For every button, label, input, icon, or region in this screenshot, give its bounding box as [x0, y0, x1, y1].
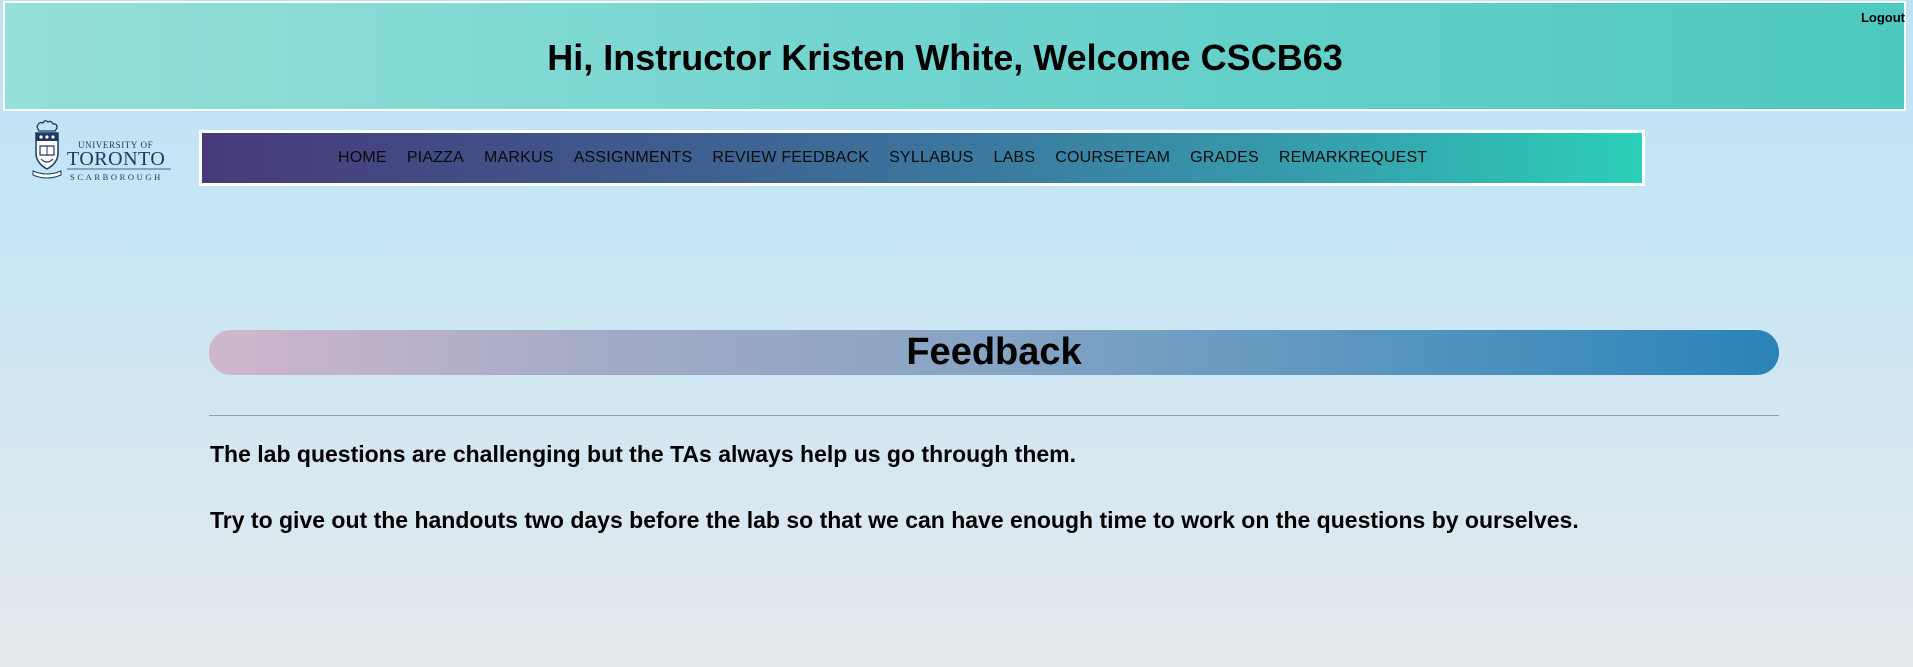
- main-navbar: HOME PIAZZA MARKUS ASSIGNMENTS REVIEW FE…: [199, 130, 1645, 186]
- section-divider: [209, 415, 1779, 416]
- nav-item-courseteam[interactable]: COURSETEAM: [1055, 149, 1170, 167]
- nav-item-remarkrequest[interactable]: REMARKREQUEST: [1279, 149, 1427, 167]
- feedback-comment: The lab questions are challenging but th…: [210, 441, 1077, 467]
- welcome-title: Hi, Instructor Kristen White, Welcome CS…: [547, 37, 1343, 78]
- university-logo[interactable]: UNIVERSITY OF TORONTO SCARBOROUGH: [31, 119, 173, 185]
- page-header: Hi, Instructor Kristen White, Welcome CS…: [3, 1, 1906, 111]
- section-title: Feedback: [906, 331, 1082, 373]
- logo-text-toronto: TORONTO: [67, 148, 165, 170]
- feedback-comment: Try to give out the handouts two days be…: [210, 507, 1579, 533]
- nav-item-home[interactable]: HOME: [338, 149, 387, 167]
- logo-text-scarborough: SCARBOROUGH: [70, 172, 163, 182]
- feedback-banner: Feedback: [209, 330, 1779, 375]
- nav-item-piazza[interactable]: PIAZZA: [407, 149, 464, 167]
- nav-item-markus[interactable]: MARKUS: [484, 149, 554, 167]
- nav-list: HOME PIAZZA MARKUS ASSIGNMENTS REVIEW FE…: [338, 133, 1447, 183]
- nav-item-review-feedback[interactable]: REVIEW FEEDBACK: [712, 149, 869, 167]
- nav-item-syllabus[interactable]: SYLLABUS: [889, 149, 973, 167]
- nav-item-grades[interactable]: GRADES: [1190, 149, 1259, 167]
- logout-link[interactable]: Logout: [1861, 10, 1905, 25]
- nav-item-assignments[interactable]: ASSIGNMENTS: [574, 149, 693, 167]
- university-crest-icon: UNIVERSITY OF TORONTO SCARBOROUGH: [32, 120, 171, 182]
- nav-item-labs[interactable]: LABS: [993, 149, 1035, 167]
